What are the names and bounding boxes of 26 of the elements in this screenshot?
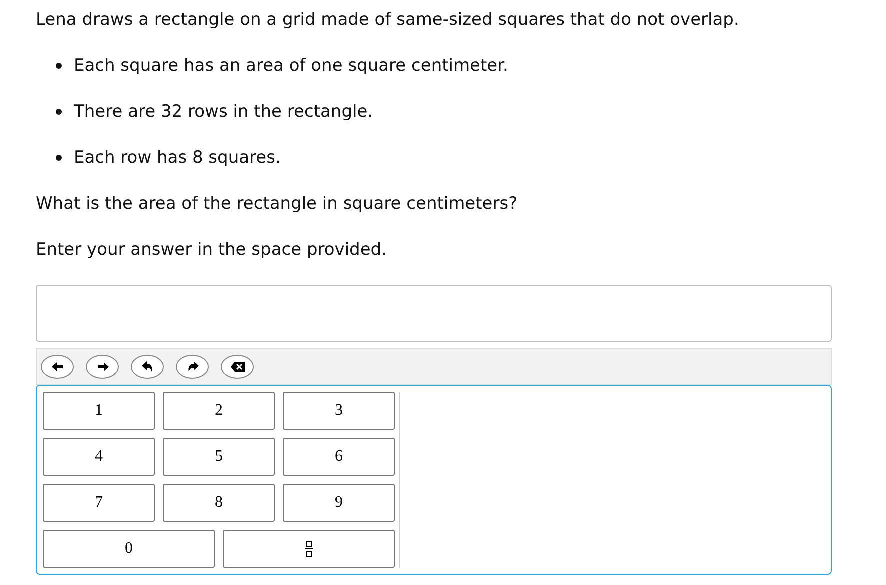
- digit-key[interactable]: 3: [283, 392, 395, 430]
- digit-key[interactable]: 5: [163, 438, 275, 476]
- fraction-key[interactable]: [223, 530, 395, 568]
- bullet-text: There are 32 rows in the rectangle.: [74, 101, 374, 123]
- digit-key[interactable]: 8: [163, 484, 275, 522]
- prompt-text: Lena draws a rectangle on a grid made of same-sized squares that do not overlap.: [36, 9, 740, 31]
- undo-button[interactable]: [131, 354, 164, 378]
- digit-key[interactable]: 6: [283, 438, 395, 476]
- question-text: What is the area of the rectangle in square centimeters?: [36, 193, 519, 215]
- digit-key[interactable]: 0: [43, 530, 215, 568]
- bullet-text: Each row has 8 squares.: [74, 147, 281, 169]
- left-arrow-button[interactable]: [41, 354, 74, 378]
- digit-key[interactable]: 9: [283, 484, 395, 522]
- digit-key[interactable]: 4: [43, 438, 155, 476]
- backspace-icon: [230, 360, 246, 372]
- bullet-text: Each square has an area of one square centimeter.: [74, 55, 508, 77]
- backspace-button[interactable]: [221, 354, 254, 378]
- instruction-text: Enter your answer in the space provided.: [36, 239, 388, 261]
- digit-key[interactable]: 1: [43, 392, 155, 430]
- redo-button[interactable]: [176, 354, 209, 378]
- answer-field[interactable]: [36, 285, 832, 342]
- fraction-icon: [305, 541, 313, 557]
- right-arrow-button[interactable]: [86, 354, 119, 378]
- digit-key[interactable]: 2: [163, 392, 275, 430]
- left-arrow-icon: [50, 360, 66, 372]
- digit-key[interactable]: 7: [43, 484, 155, 522]
